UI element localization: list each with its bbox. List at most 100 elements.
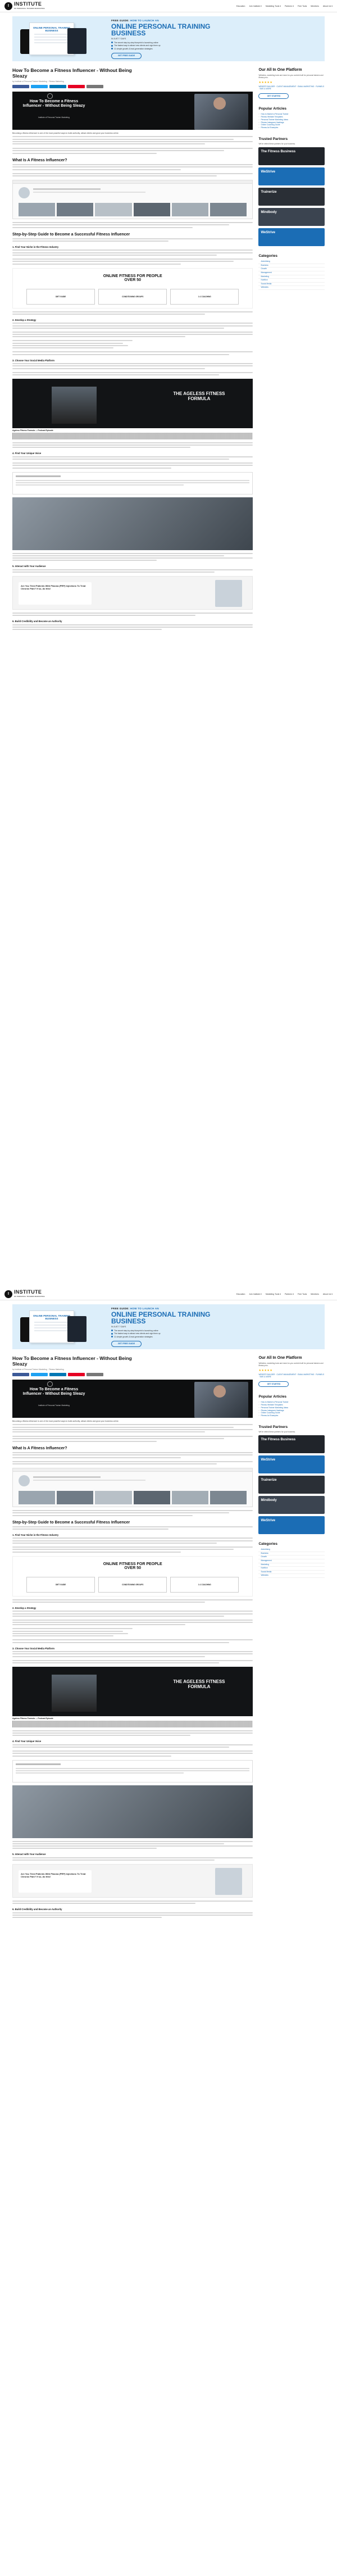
partners-caption: We've vetted these partners for your bus…	[258, 142, 296, 145]
category-link[interactable]: Advertising	[258, 260, 325, 264]
partner-banner[interactable]: WeStrive	[258, 1516, 325, 1535]
instagram-screenshot	[12, 179, 253, 219]
video-title: THE AGELESS FITNESS FORMULA	[173, 391, 225, 401]
nav-item[interactable]: Education	[236, 1293, 245, 1295]
featured-title: How To Become a Fitness Influencer - Wit…	[22, 1387, 85, 1396]
facebook-share-button[interactable]	[12, 85, 29, 88]
facebook-share-button[interactable]	[12, 1373, 29, 1376]
logo[interactable]: I INSTITUTE OF PERSONAL TRAINER MARKETING	[4, 1289, 45, 1299]
get-guide-button[interactable]: GET FREE GUIDE	[111, 52, 142, 59]
article-title: How To Become a Fitness Influencer - Wit…	[12, 67, 132, 79]
hero-eyebrow-prefix: FREE GUIDE:	[111, 19, 130, 22]
hero-headline: ONLINE PERSONAL TRAINING BUSINESS	[111, 1310, 211, 1325]
partner-banner[interactable]: The Fitness Business	[258, 147, 325, 166]
category-link[interactable]: Marketing	[258, 275, 325, 279]
get-started-button[interactable]: GET STARTED	[258, 1381, 289, 1387]
hero-bullet: The fastest way to attract new clients a…	[111, 1332, 246, 1335]
platform-blurb: Websites, marketing tools and done-for-y…	[258, 1362, 324, 1367]
category-link[interactable]: Business	[258, 264, 325, 268]
step-heading: 4. Find Your Unique Voice	[12, 452, 42, 455]
category-link[interactable]: Growth	[258, 267, 325, 271]
email-share-button[interactable]	[86, 85, 103, 88]
category-link[interactable]: Social Media	[258, 1571, 325, 1575]
category-link[interactable]: Business	[258, 1552, 325, 1556]
video-caption: Ageless Fitness Formula — Podcast Episod…	[12, 429, 53, 432]
popular-list: How to Market a Personal Trainer Fitness…	[258, 1401, 325, 1417]
category-link[interactable]: Management	[258, 271, 325, 275]
podcast-video[interactable]: THE AGELESS FITNESS FORMULA	[12, 378, 253, 428]
category-link[interactable]: Management	[258, 1559, 325, 1563]
hero-bullets: The secret step-by-step blueprint to lau…	[111, 1330, 246, 1338]
step-heading: 5. Interact with Your Audience	[12, 565, 46, 568]
linkedin-share-button[interactable]	[49, 1373, 66, 1376]
nav-item[interactable]: Marketing Tools ▾	[266, 1293, 281, 1295]
linkedin-share-button[interactable]	[49, 85, 66, 88]
twitter-share-button[interactable]	[31, 1373, 48, 1376]
video-title: THE AGELESS FITNESS FORMULA	[173, 1679, 225, 1689]
content-area: How To Become a Fitness Influencer - Wit…	[12, 67, 325, 631]
get-started-button[interactable]: GET STARTED	[258, 93, 289, 99]
nav-item[interactable]: Partners ▾	[285, 5, 294, 7]
category-link[interactable]: Marketing	[258, 1563, 325, 1567]
nav-item[interactable]: Partners ▾	[285, 1293, 294, 1295]
category-link[interactable]: Advertising	[258, 1548, 325, 1552]
partner-banner[interactable]: WeStrive	[258, 167, 325, 186]
hero-eyebrow-prefix: FREE GUIDE:	[111, 1307, 130, 1310]
pinterest-share-button[interactable]	[68, 85, 85, 88]
nav-item[interactable]: Education	[236, 5, 245, 7]
hero-banner: ONLINE PERSONAL TRAINING BUSINESS FREE G…	[12, 16, 325, 61]
partner-banner[interactable]: Trainerize	[258, 188, 325, 206]
host-photo	[52, 386, 97, 424]
hero-bullets: The secret step-by-step blueprint to lau…	[111, 42, 246, 50]
niche-example-graphic: ONLINE FITNESS FOR PEOPLE OVER 50 DIET G…	[12, 1555, 253, 1597]
podcast-video[interactable]: THE AGELESS FITNESS FORMULA	[12, 1666, 253, 1716]
logo[interactable]: I INSTITUTE OF PERSONAL TRAINER MARKETING	[4, 1, 45, 11]
promo-title: ONLINE FITNESS FOR PEOPLE OVER 50	[103, 274, 162, 283]
email-share-button[interactable]	[86, 1373, 103, 1376]
category-link[interactable]: Nutrition	[258, 279, 325, 283]
popular-link[interactable]: Fitness Ad Examples	[258, 126, 325, 129]
nav-item[interactable]: Members	[311, 1293, 319, 1295]
host-photo	[52, 1674, 97, 1712]
category-link[interactable]: Nutrition	[258, 1567, 325, 1571]
category-link[interactable]: Social Media	[258, 283, 325, 287]
influencer-photo	[194, 1382, 249, 1418]
institute-icon	[47, 93, 53, 99]
nav-item[interactable]: Free Tools	[298, 1293, 307, 1295]
get-guide-button[interactable]: GET FREE GUIDE	[111, 1340, 142, 1347]
partner-banner[interactable]: Trainerize	[258, 1476, 325, 1494]
partner-name: The Fitness Business	[261, 1438, 296, 1442]
nav-item[interactable]: Members	[311, 5, 319, 7]
section-heading: Step-by-Step Guide to Become a Successfu…	[12, 1520, 130, 1525]
hero-bullet: The secret step-by-step blueprint to lau…	[111, 42, 246, 44]
nav-item[interactable]: Free Tools	[298, 5, 307, 7]
hero-text: FREE GUIDE: HOW TO LAUNCH AN ONLINE PERS…	[111, 1307, 246, 1347]
audio-waveform[interactable]	[12, 1720, 253, 1727]
nav-item[interactable]: Join Institute ▾	[249, 5, 261, 7]
category-link[interactable]: Websites	[258, 286, 325, 290]
partners-heading: Trusted Partners	[258, 1425, 288, 1429]
partner-name: Trainerize	[261, 1479, 277, 1482]
nav-item[interactable]: About Us ▾	[323, 1293, 333, 1295]
twitter-share-button[interactable]	[31, 85, 48, 88]
category-link[interactable]: Growth	[258, 1555, 325, 1559]
audio-waveform[interactable]	[12, 432, 253, 439]
pinterest-share-button[interactable]	[68, 1373, 85, 1376]
partner-banner[interactable]: WeStrive	[258, 1455, 325, 1474]
rating-stars: ★★★★★	[258, 1368, 273, 1372]
hero-bullet: The secret step-by-step blueprint to lau…	[111, 1330, 246, 1332]
partner-banner[interactable]: Mindbody	[258, 208, 325, 226]
popular-link[interactable]: Fitness Ad Examples	[258, 1414, 325, 1417]
partner-banner[interactable]: The Fitness Business	[258, 1435, 325, 1454]
category-link[interactable]: Websites	[258, 1574, 325, 1578]
section-heading: What Is A Fitness Influencer?	[12, 158, 67, 162]
nav-item[interactable]: About Us ▾	[323, 5, 333, 7]
partner-banner[interactable]: Mindbody	[258, 1496, 325, 1514]
partner-banner[interactable]: WeStrive	[258, 228, 325, 247]
nav-item[interactable]: Join Institute ▾	[249, 1293, 261, 1295]
article-meta: by Institute of Personal Trainer Marketi…	[12, 1368, 64, 1371]
nav-item[interactable]: Marketing Tools ▾	[266, 5, 281, 7]
featured-image: How To Become a Fitness Influencer - Wit…	[12, 1380, 253, 1418]
partner-name: Mindbody	[261, 1499, 277, 1503]
hero-headline: ONLINE PERSONAL TRAINING BUSINESS	[111, 22, 211, 37]
